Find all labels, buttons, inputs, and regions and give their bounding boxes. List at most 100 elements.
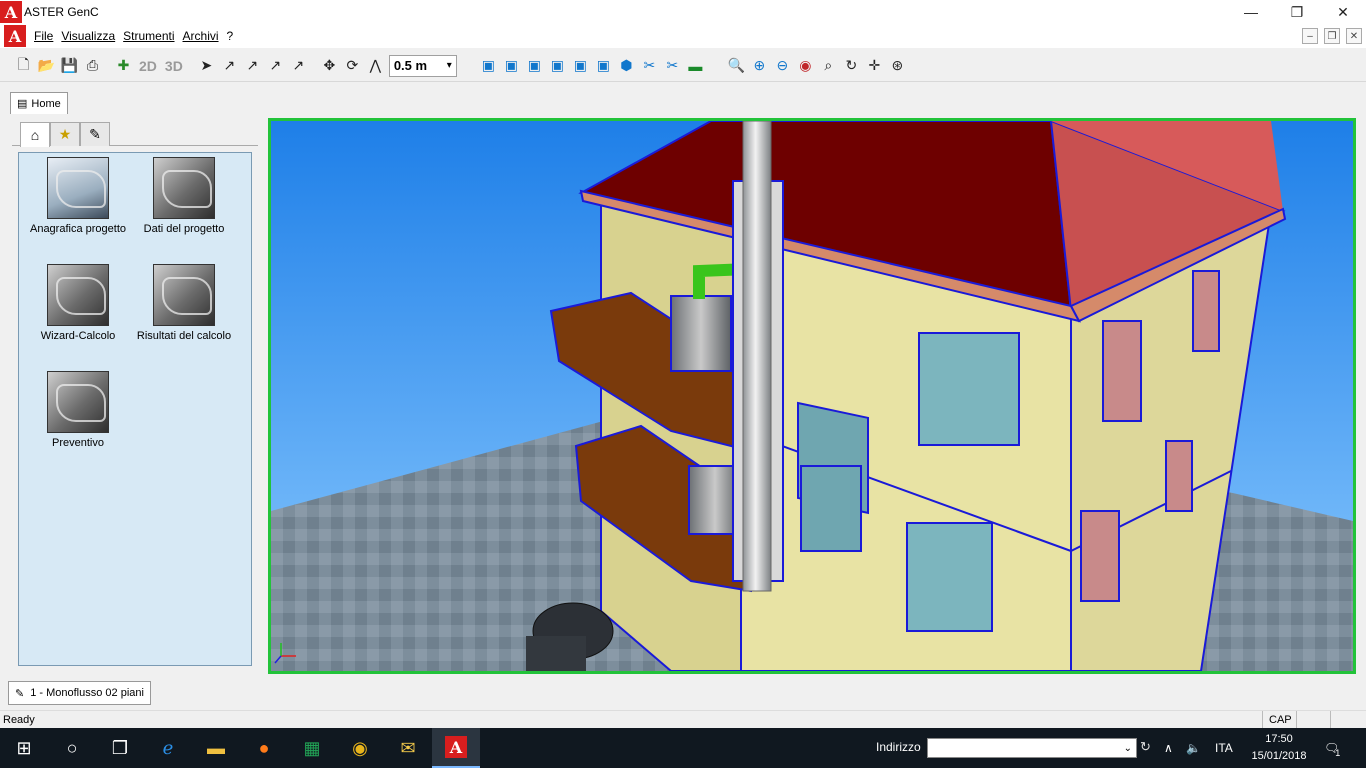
window-7 [1080, 510, 1120, 602]
scale-select[interactable]: 0.5 m ▾ [388, 54, 457, 77]
zoom-in-icon[interactable]: ⊕ [748, 55, 771, 77]
show-hidden-icons[interactable]: ∧ [1164, 728, 1173, 768]
address-input[interactable]: ⌄ [927, 738, 1137, 758]
select-node-icon[interactable]: ↗ [218, 55, 241, 77]
language-label: ITA [1215, 741, 1233, 755]
background-icon[interactable]: ▬ [684, 55, 707, 77]
item-risultati-calcolo[interactable]: Risultati del calcolo [129, 264, 239, 342]
select-pipe-icon[interactable]: ↗ [264, 55, 287, 77]
status-num [1296, 711, 1330, 729]
mdi-restore-icon[interactable]: ❐ [1324, 28, 1340, 44]
panel-tab-notes[interactable]: ✎ [80, 122, 110, 146]
new-file-icon[interactable]: 🗋 [12, 55, 35, 77]
free-rotate-icon[interactable]: ⊛ [886, 55, 909, 77]
document-tabs: ▤ Home [10, 92, 68, 114]
taskbar-mail[interactable]: ✉ [384, 728, 432, 768]
minimize-icon[interactable]: — [1228, 0, 1274, 24]
search-circle-icon: ○ [66, 737, 78, 758]
edge-icon: ℯ [162, 737, 174, 758]
polyline-icon[interactable]: ⋀ [364, 55, 387, 77]
view-top-icon[interactable]: ▣ [569, 55, 592, 77]
item-wizard-calcolo[interactable]: Wizard-Calcolo [23, 264, 133, 342]
restore-icon[interactable]: ❐ [1274, 0, 1320, 24]
view-3d-button[interactable]: 3D [165, 58, 183, 74]
view-left-icon[interactable]: ▣ [523, 55, 546, 77]
window-5 [1102, 320, 1142, 422]
view-2d-button[interactable]: 2D [139, 58, 157, 74]
close-icon[interactable]: ✕ [1320, 0, 1366, 24]
mdi-minimize-icon[interactable]: – [1302, 28, 1318, 44]
clock[interactable]: 17:50 15/01/2018 [1246, 731, 1312, 765]
clock-time: 17:50 [1265, 733, 1293, 745]
menu-visualizza[interactable]: Visualizza [61, 29, 115, 43]
orbit-icon[interactable]: ↻ [840, 55, 863, 77]
task-view-button[interactable]: ❐ [96, 728, 144, 768]
menu-file[interactable]: File [34, 29, 53, 43]
view-iso-icon[interactable]: ⬢ [615, 55, 638, 77]
window-title: ASTER GenC [24, 5, 99, 19]
rotate-icon[interactable]: ⟳ [341, 55, 364, 77]
zoom-all-icon[interactable]: ⌕ [817, 55, 840, 77]
panel-tab-favorites[interactable]: ★ [50, 122, 80, 146]
search-button[interactable]: ○ [48, 728, 96, 768]
tab-project-label: 1 - Monoflusso 02 piani [30, 687, 144, 699]
window-3 [800, 465, 862, 552]
section-2-icon[interactable]: ✂ [661, 55, 684, 77]
print-icon[interactable]: ⎙ [81, 55, 104, 77]
select-component-icon[interactable]: ↗ [287, 55, 310, 77]
zoom-window-icon[interactable]: 🔍 [725, 55, 748, 77]
taskbar-aster[interactable]: A [432, 728, 480, 768]
page-icon: ▤ [17, 98, 28, 110]
quote-icon [47, 371, 109, 433]
building-3d-scene [271, 121, 1353, 671]
language-indicator[interactable]: ITA [1215, 728, 1233, 768]
add-element-icon[interactable]: ✚ [112, 55, 135, 77]
menu-bar: A File Visualizza Strumenti Archivi ? – … [0, 24, 1366, 48]
pan-icon[interactable]: ✛ [863, 55, 886, 77]
taskbar-chrome[interactable]: ◉ [336, 728, 384, 768]
address-label: Indirizzo [876, 740, 921, 754]
taskbar-firefox[interactable]: ● [240, 728, 288, 768]
notification-center[interactable]: 🗨 1 [1324, 728, 1340, 768]
start-button[interactable]: ⊞ [0, 728, 48, 768]
item-anagrafica-progetto[interactable]: Anagrafica progetto [23, 157, 133, 235]
clock-date: 15/01/2018 [1251, 750, 1307, 762]
panel-tab-home[interactable]: ⌂ [20, 122, 50, 147]
menu-strumenti[interactable]: Strumenti [123, 29, 174, 43]
chevron-up-icon: ∧ [1164, 741, 1173, 755]
app-logo-icon: A [0, 1, 22, 23]
tab-project[interactable]: ✎ 1 - Monoflusso 02 piani [8, 681, 151, 705]
view-bottom-icon[interactable]: ▣ [592, 55, 615, 77]
move-icon[interactable]: ✥ [318, 55, 341, 77]
refresh-icon[interactable]: ↻ [1140, 739, 1151, 755]
select-branch-icon[interactable]: ↗ [241, 55, 264, 77]
view-right-icon[interactable]: ▣ [546, 55, 569, 77]
volume-button[interactable]: 🔈 [1186, 728, 1201, 768]
select-arrow-icon[interactable]: ➤ [195, 55, 218, 77]
open-folder-icon[interactable]: 📂 [35, 55, 58, 77]
mdi-close-icon[interactable]: ✕ [1346, 28, 1362, 44]
tab-home-label: Home [31, 97, 61, 110]
taskbar-explorer[interactable]: ▬ [192, 728, 240, 768]
view-front-icon[interactable]: ▣ [477, 55, 500, 77]
taskbar-excel[interactable]: ▦ [288, 728, 336, 768]
excel-icon: ▦ [303, 737, 321, 758]
main-toolbar: 🗋 📂 💾 ⎙ ✚ 2D 3D ➤ ↗ ↗ ↗ ↗ ✥ ⟳ ⋀ 0.5 m ▾ … [0, 50, 1366, 82]
zoom-out-icon[interactable]: ⊖ [771, 55, 794, 77]
menu-help[interactable]: ? [227, 29, 234, 43]
3d-viewport[interactable] [268, 118, 1356, 674]
section-icon[interactable]: ✂ [638, 55, 661, 77]
notepad-icon: ✎ [89, 126, 101, 142]
view-back-icon[interactable]: ▣ [500, 55, 523, 77]
window-2 [918, 332, 1020, 446]
taskbar-edge[interactable]: ℯ [144, 728, 192, 768]
wizard-icon [47, 264, 109, 326]
zoom-extents-icon[interactable]: ◉ [794, 55, 817, 77]
app-menu-logo-icon[interactable]: A [4, 25, 26, 47]
save-icon[interactable]: 💾 [58, 55, 81, 77]
item-dati-progetto[interactable]: Dati del progetto [129, 157, 239, 235]
tab-home[interactable]: ▤ Home [10, 92, 68, 114]
panel-tabs: ⌂ ★ ✎ [12, 118, 258, 147]
item-preventivo[interactable]: Preventivo [23, 371, 133, 449]
menu-archivi[interactable]: Archivi [183, 29, 219, 43]
